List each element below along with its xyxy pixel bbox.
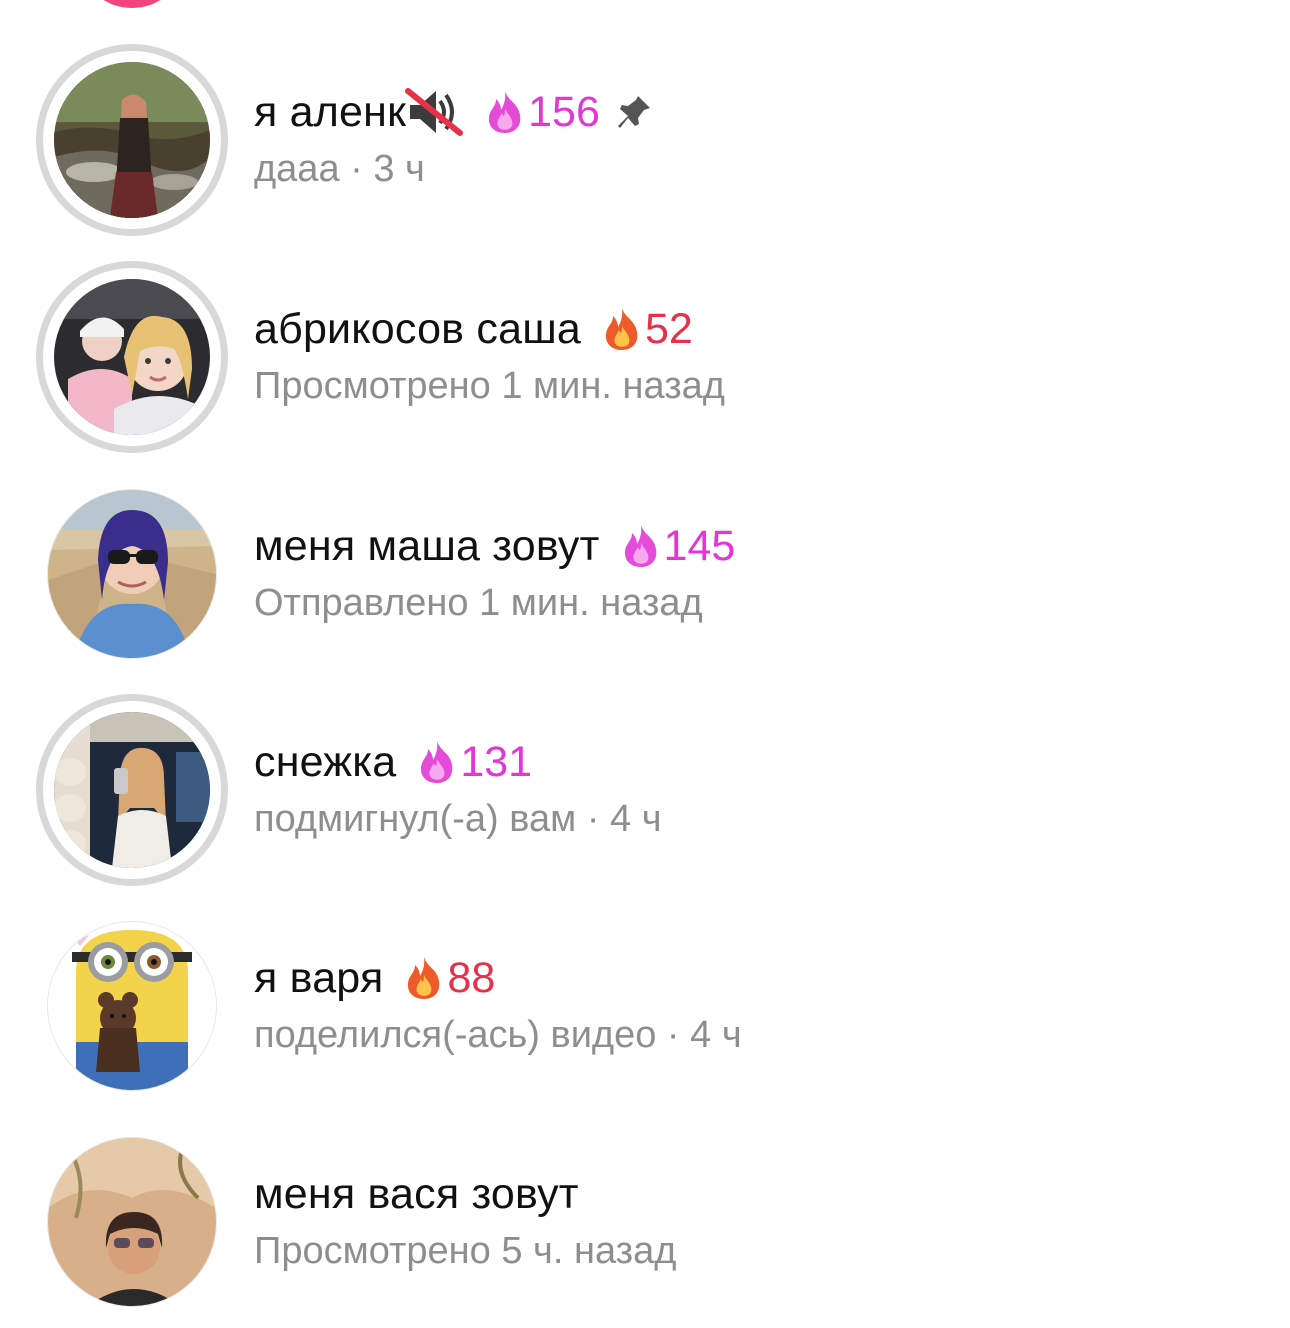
chat-name: снежка xyxy=(254,737,397,786)
avatar xyxy=(54,62,210,218)
avatar-container[interactable] xyxy=(36,478,228,670)
chat-row[interactable]: абрикосов саша 52 Просмотрено 1 мин. наз… xyxy=(0,261,1290,453)
streak: 52 xyxy=(601,305,693,354)
chat-name: меня вася зовут xyxy=(254,1169,579,1218)
name-line: абрикосов саша 52 xyxy=(254,301,693,357)
avatar-container[interactable] xyxy=(36,910,228,1102)
name-line: я аленк 156 xyxy=(254,84,654,140)
pink-fire-icon xyxy=(489,91,521,133)
chat-list-screen: я аленк 156 дааа · 3 ч абрикосов саша 52… xyxy=(0,0,1290,1328)
streak: 131 xyxy=(416,738,532,787)
chat-name: я аленк xyxy=(254,87,407,136)
avatar-container[interactable] xyxy=(36,1126,228,1318)
name-line: меня вася зовут xyxy=(254,1166,579,1222)
chat-row[interactable]: меня вася зовут Просмотрено 5 ч. назад xyxy=(0,1126,1290,1316)
streak-count: 88 xyxy=(447,953,496,1002)
streak-count: 52 xyxy=(645,304,693,353)
avatar-photo-sunglasses xyxy=(48,490,216,658)
story-ring[interactable] xyxy=(36,261,228,453)
chat-subtitle: Просмотрено 1 мин. назад xyxy=(254,365,725,407)
chat-row[interactable]: я варя 88 поделился(-ась) видео · 4 ч xyxy=(0,910,1290,1100)
chat-subtitle: поделился(-ась) видео · 4 ч xyxy=(254,1014,742,1056)
streak-count: 145 xyxy=(663,521,736,570)
avatar-photo-mirror xyxy=(54,712,210,868)
avatar xyxy=(48,1138,216,1306)
streak: 145 xyxy=(620,521,736,571)
avatar xyxy=(54,712,210,868)
avatar-photo-selfie xyxy=(54,279,210,435)
avatar-photo-portrait xyxy=(48,1138,216,1306)
story-ring[interactable] xyxy=(36,44,228,236)
pink-fire-icon xyxy=(624,525,656,567)
fire-icon xyxy=(408,957,440,999)
muted-speaker-icon xyxy=(405,88,464,136)
chat-subtitle: Просмотрено 5 ч. назад xyxy=(254,1230,677,1272)
streak-count: 131 xyxy=(460,737,533,786)
streak-count: 156 xyxy=(528,87,600,136)
chat-subtitle: дааа · 3 ч xyxy=(254,148,425,190)
chat-row[interactable]: я аленк 156 дааа · 3 ч xyxy=(0,44,1290,236)
avatar xyxy=(48,490,216,658)
name-line: меня маша зовут 145 xyxy=(254,518,735,574)
fire-icon xyxy=(605,308,638,350)
story-avatar-partial[interactable] xyxy=(82,0,182,8)
chat-name: меня маша зовут xyxy=(254,521,600,570)
avatar xyxy=(54,279,210,435)
chat-subtitle: подмигнул(-а) вам · 4 ч xyxy=(254,798,662,840)
story-ring[interactable] xyxy=(36,694,228,886)
name-line: я варя 88 xyxy=(254,950,495,1006)
chat-row[interactable]: меня маша зовут 145 Отправлено 1 мин. на… xyxy=(0,478,1290,668)
chat-name: я варя xyxy=(254,953,384,1002)
streak: 156 xyxy=(484,88,600,137)
streak: 88 xyxy=(403,954,495,1003)
pink-fire-icon xyxy=(421,741,453,783)
chat-name: абрикосов саша xyxy=(254,304,582,353)
pin-icon xyxy=(617,96,650,128)
chat-subtitle: Отправлено 1 мин. назад xyxy=(254,582,703,624)
avatar xyxy=(48,922,216,1090)
chat-row[interactable]: снежка 131 подмигнул(-а) вам · 4 ч xyxy=(0,694,1290,886)
name-line: снежка 131 xyxy=(254,734,532,790)
avatar-minion xyxy=(48,922,216,1090)
avatar-photo-forest xyxy=(54,62,210,218)
